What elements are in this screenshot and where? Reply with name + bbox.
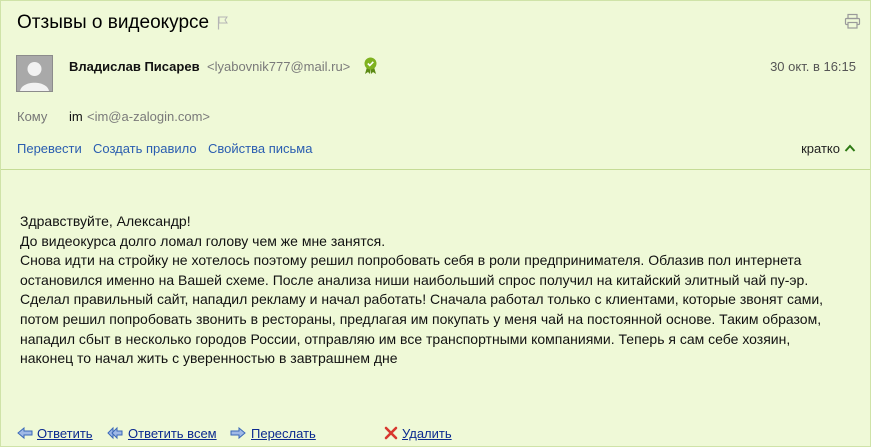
reply-all-arrow-icon[interactable] [107, 426, 123, 440]
reply-button[interactable]: Ответить [37, 426, 93, 441]
printer-icon[interactable] [844, 13, 861, 30]
delete-cross-icon[interactable] [383, 426, 399, 440]
recipient-name[interactable]: im [69, 109, 83, 124]
body-line: потом решил попробовать звонить в рестор… [20, 310, 822, 327]
message-body: Здравствуйте, Александр! До видеокурса д… [20, 212, 865, 369]
body-line: остановился именно на Вашей схеме. После… [20, 271, 809, 288]
reply-arrow-icon[interactable] [17, 426, 33, 440]
avatar-silhouette-icon [20, 62, 49, 91]
body-line: Снова идти на стройку не хотелось поэтом… [20, 252, 802, 269]
body-line: До видеокурса долго ломал голову чем же … [20, 232, 386, 249]
flag-icon[interactable] [217, 16, 229, 30]
message-date: 30 окт. в 16:15 [770, 59, 856, 74]
message-subject: Отзывы о видеокурсе [17, 12, 210, 33]
compact-view-toggle[interactable]: кратко [801, 141, 840, 156]
chevron-up-icon[interactable] [844, 143, 856, 153]
sender-email: <lyabovnik777@mail.ru> [207, 59, 351, 74]
recipient-email: <im@a-zalogin.com> [87, 109, 211, 124]
body-line: Здравствуйте, Александр! [20, 213, 191, 229]
delete-button[interactable]: Удалить [402, 426, 452, 441]
avatar[interactable] [16, 55, 53, 92]
reply-all-button[interactable]: Ответить всем [128, 426, 217, 441]
to-label: Кому [17, 109, 48, 124]
body-line: нападил сбыт в несколько городов России,… [20, 330, 791, 347]
body-line: Сделал правильный сайт, нападил рекламу … [20, 291, 824, 308]
translate-link[interactable]: Перевести [17, 141, 82, 156]
header-divider [1, 169, 870, 170]
sender-name[interactable]: Владислав Писарев [69, 59, 200, 74]
body-line: наконец то начал жить с уверенностью в з… [20, 350, 398, 367]
forward-arrow-icon[interactable] [230, 426, 246, 440]
forward-button[interactable]: Переслать [251, 426, 316, 441]
verified-sender-icon[interactable] [363, 57, 378, 75]
create-rule-link[interactable]: Создать правило [93, 141, 197, 156]
message-properties-link[interactable]: Свойства письма [208, 141, 312, 156]
